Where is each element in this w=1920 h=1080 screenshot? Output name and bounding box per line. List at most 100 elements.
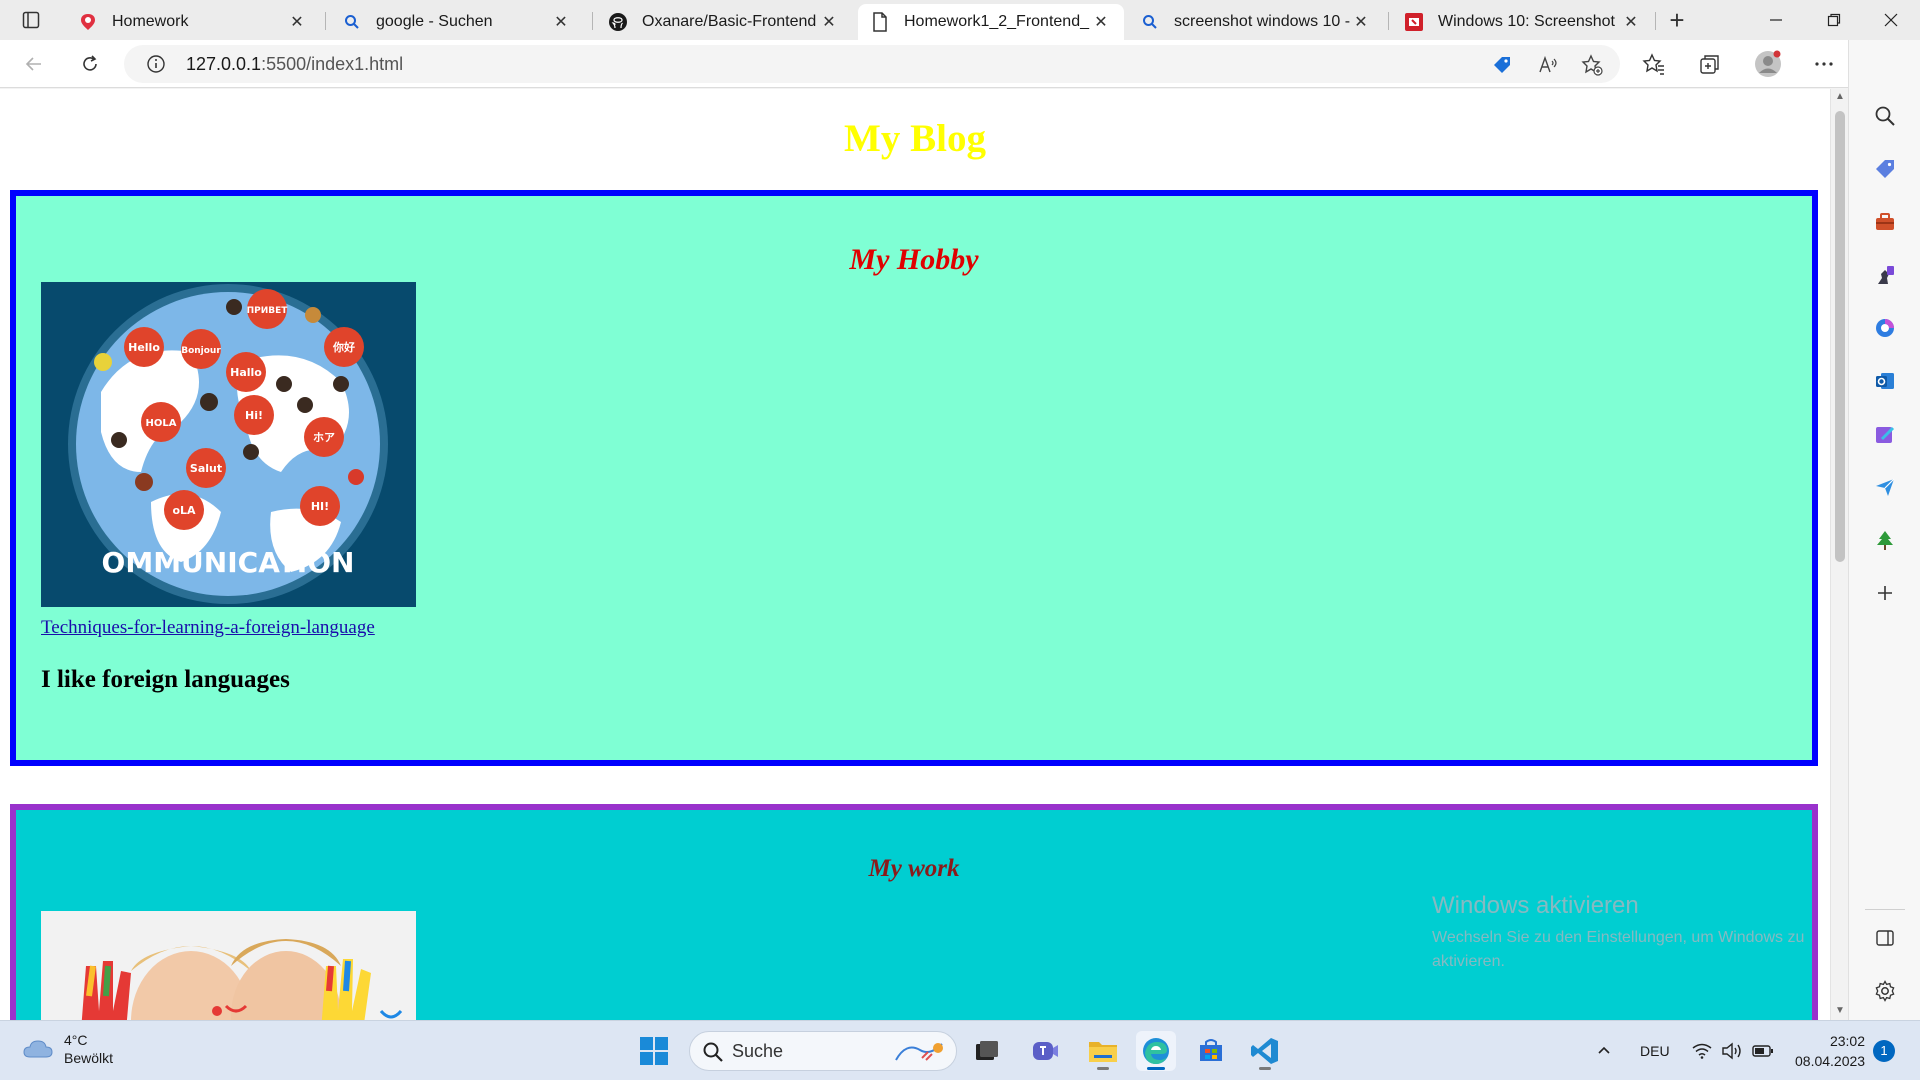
sidebar-designer-icon[interactable] (1871, 420, 1899, 448)
work-heading: My work (868, 855, 960, 882)
search-icon (702, 1041, 724, 1068)
tab-title: Homework1_2_Frontend_Ba (904, 13, 1090, 30)
close-icon (1884, 13, 1898, 27)
page-scrollbar[interactable]: ▲ ▼ (1830, 89, 1848, 1020)
tab-separator (1388, 12, 1389, 30)
file-explorer-button[interactable] (1083, 1031, 1123, 1071)
tab-title: Oxanare/Basic-Frontend (642, 13, 817, 30)
chevron-up-icon (1598, 1046, 1610, 1054)
url-text[interactable]: 127.0.0.1:5500/index1.html (186, 54, 403, 75)
page-title: My Blog (844, 117, 986, 160)
show-hidden-icons[interactable] (1596, 1021, 1612, 1080)
refresh-button[interactable] (72, 46, 108, 82)
hobby-heading: My Hobby (849, 243, 979, 276)
minimize-button[interactable] (1747, 0, 1805, 40)
profile-avatar[interactable] (1754, 50, 1782, 78)
bubble-label: Hi! (245, 409, 263, 422)
address-bar[interactable]: 127.0.0.1:5500/index1.html (124, 45, 1620, 83)
tab-google-search[interactable]: google - Suchen ✕ (330, 4, 584, 40)
redshield-icon (78, 12, 98, 32)
language-label: DEU (1640, 1043, 1670, 1059)
collections-icon[interactable] (1696, 50, 1724, 78)
wifi-icon[interactable] (1692, 1021, 1712, 1080)
windows-activation-watermark: Windows aktivieren Wechseln Sie zu den E… (1432, 892, 1830, 974)
sidebar-settings-icon[interactable] (1871, 977, 1899, 1005)
teams-chat-button[interactable] (1025, 1031, 1065, 1071)
edge-sidebar (1848, 40, 1920, 1020)
hobby-section: My Hobby Hello Bonjour ПРИВЕТ 你好 Hallo H… (10, 190, 1818, 766)
tab-close-icon[interactable]: ✕ (286, 12, 308, 32)
sidebar-office-icon[interactable] (1871, 314, 1899, 342)
restore-button[interactable] (1805, 0, 1863, 40)
tab-actions-button[interactable] (0, 0, 62, 40)
back-button[interactable] (16, 46, 52, 82)
restore-icon (1827, 13, 1841, 27)
weather-widget[interactable]: 4°C Bewölkt (22, 1031, 113, 1067)
scroll-down-icon[interactable]: ▼ (1834, 1005, 1846, 1017)
battery-icon[interactable] (1752, 1021, 1774, 1080)
sidebar-tools-icon[interactable] (1871, 208, 1899, 236)
input-language[interactable]: DEU (1640, 1021, 1670, 1080)
sidebar-hide-icon[interactable] (1871, 924, 1899, 952)
tab-homework1-active[interactable]: Homework1_2_Frontend_Ba ✕ (858, 4, 1124, 40)
vscode-icon (1251, 1038, 1278, 1064)
tab-close-icon[interactable]: ✕ (1090, 12, 1112, 32)
vscode-button[interactable] (1245, 1031, 1285, 1071)
bubble-label: oLA (172, 504, 196, 517)
bubble-label: ПРИВЕТ (247, 306, 289, 316)
site-info-icon[interactable] (146, 54, 166, 74)
document-icon (870, 12, 890, 32)
clock[interactable]: 23:02 08.04.2023 (1795, 1031, 1865, 1071)
url-path: :5500/index1.html (261, 54, 404, 74)
sidebar-shopping-icon[interactable] (1871, 155, 1899, 183)
sidebar-outlook-icon[interactable] (1871, 367, 1899, 395)
search-icon (1140, 12, 1160, 32)
microsoft-store-button[interactable] (1191, 1031, 1231, 1071)
bubble-label: Hello (128, 341, 160, 354)
add-favorite-icon[interactable] (1580, 53, 1604, 77)
sidebar-send-icon[interactable] (1871, 473, 1899, 501)
more-options-icon[interactable] (1810, 50, 1838, 78)
tab-separator (325, 12, 326, 30)
sidebar-search-icon[interactable] (1871, 102, 1899, 130)
close-window-button[interactable] (1862, 0, 1920, 40)
taskbar-search[interactable]: Suche (689, 1031, 957, 1071)
weather-desc: Bewölkt (64, 1050, 114, 1066)
tab-close-icon[interactable]: ✕ (550, 12, 572, 32)
tab-homework[interactable]: Homework ✕ (66, 4, 320, 40)
sidebar-games-icon[interactable] (1871, 261, 1899, 289)
scroll-up-icon[interactable]: ▲ (1834, 91, 1846, 103)
weather-temp: 4°C (64, 1032, 88, 1048)
tab-title: screenshot windows 10 - Su (1174, 13, 1350, 30)
volume-icon[interactable] (1721, 1021, 1743, 1080)
tab-windows-screenshot[interactable]: Windows 10: Screenshot ers ✕ (1392, 4, 1654, 40)
tab-close-icon[interactable]: ✕ (818, 12, 840, 32)
read-aloud-icon[interactable] (1536, 53, 1560, 77)
task-view-button[interactable] (967, 1031, 1007, 1071)
start-button[interactable] (634, 1031, 674, 1071)
shopping-tag-icon[interactable] (1490, 53, 1514, 77)
tab-github[interactable]: Oxanare/Basic-Frontend ✕ (596, 4, 852, 40)
tab-close-icon[interactable]: ✕ (1620, 12, 1642, 32)
favorites-icon[interactable] (1640, 50, 1668, 78)
tab-title: Homework (112, 13, 189, 30)
scroll-thumb[interactable] (1835, 111, 1845, 562)
sidebar-divider (1865, 909, 1905, 910)
windows-logo-icon (640, 1037, 668, 1065)
edge-browser-button[interactable] (1136, 1031, 1176, 1071)
communication-label: OMMUNICATION (102, 546, 355, 579)
sidebar-add-icon[interactable] (1871, 579, 1899, 607)
notification-badge[interactable]: 1 (1873, 1040, 1895, 1062)
running-indicator (1259, 1067, 1271, 1070)
tab-close-icon[interactable]: ✕ (1350, 12, 1372, 32)
tab-separator (592, 12, 593, 30)
tab-screenshot-search[interactable]: screenshot windows 10 - Su ✕ (1128, 4, 1384, 40)
hobby-link[interactable]: Techniques-for-learning-a-foreign-langua… (41, 617, 375, 639)
search-highlight-icon (892, 1038, 948, 1071)
bubble-label: 你好 (332, 340, 355, 354)
bubble-label: HOLA (146, 418, 177, 429)
new-tab-button[interactable]: + (1660, 4, 1694, 38)
watermark-subtitle: Wechseln Sie zu den Einstellungen, um Wi… (1432, 929, 1805, 970)
sidebar-tree-icon[interactable] (1871, 526, 1899, 554)
bubble-label: Salut (190, 462, 222, 475)
